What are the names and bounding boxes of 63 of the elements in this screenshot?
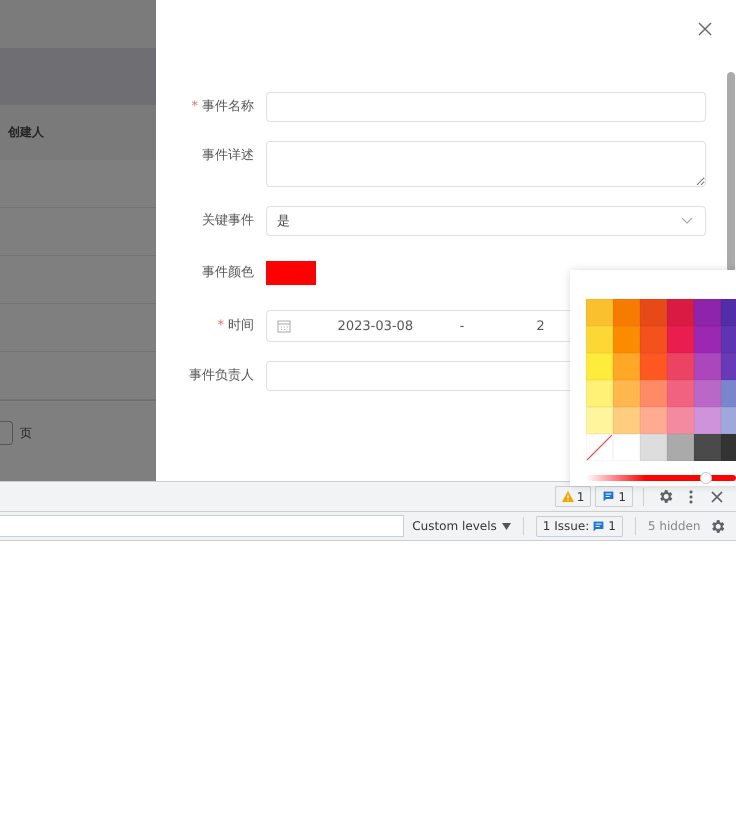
color-swatch[interactable] bbox=[613, 380, 640, 407]
message-icon bbox=[592, 520, 606, 532]
color-swatch[interactable] bbox=[586, 299, 613, 326]
start-date: 2023-03-08 bbox=[338, 318, 414, 334]
color-swatch[interactable] bbox=[613, 299, 640, 326]
color-swatch[interactable] bbox=[640, 407, 667, 434]
color-swatch[interactable] bbox=[586, 353, 613, 380]
color-swatch[interactable] bbox=[586, 380, 613, 407]
color-swatch[interactable] bbox=[667, 353, 694, 380]
color-swatch[interactable] bbox=[667, 407, 694, 434]
field-label: 关键事件 bbox=[201, 212, 254, 230]
warnings-badge[interactable]: 1 bbox=[554, 486, 592, 507]
field-label: 事件颜色 bbox=[201, 264, 254, 282]
color-swatch[interactable] bbox=[667, 434, 694, 461]
hidden-count: 5 hidden bbox=[648, 519, 701, 533]
field-label: 事件负责人 bbox=[188, 367, 254, 385]
calendar-icon bbox=[277, 319, 291, 333]
color-swatch[interactable] bbox=[694, 353, 721, 380]
color-swatch[interactable] bbox=[667, 380, 694, 407]
caret-icon bbox=[502, 522, 511, 530]
date-separator: - bbox=[460, 318, 464, 334]
color-swatch[interactable] bbox=[613, 326, 640, 353]
color-swatch[interactable] bbox=[640, 299, 667, 326]
message-icon bbox=[602, 490, 616, 503]
color-swatch[interactable] bbox=[640, 353, 667, 380]
end-date: 2 bbox=[536, 318, 545, 334]
levels-dropdown[interactable]: Custom levels bbox=[410, 519, 511, 533]
color-swatch[interactable] bbox=[613, 407, 640, 434]
no-color-swatch[interactable] bbox=[586, 434, 613, 461]
chevron-down-icon bbox=[681, 217, 693, 225]
scrollbar-thumb[interactable] bbox=[727, 72, 735, 272]
filter-field[interactable] bbox=[0, 515, 404, 537]
warning-icon bbox=[562, 491, 574, 502]
page-input[interactable] bbox=[0, 421, 13, 445]
select-field[interactable]: 是 bbox=[266, 206, 706, 236]
color-swatch[interactable] bbox=[640, 326, 667, 353]
color-swatch[interactable] bbox=[694, 407, 721, 434]
hue-slider[interactable] bbox=[586, 475, 736, 481]
issues-button[interactable]: 1 Issue: 1 bbox=[536, 516, 623, 536]
field-label: * 事件名称 bbox=[190, 98, 254, 116]
textarea-field[interactable] bbox=[266, 141, 706, 187]
page-unit: 页 bbox=[20, 424, 32, 442]
messages-badge[interactable]: 1 bbox=[595, 486, 633, 507]
color-swatch[interactable] bbox=[586, 407, 613, 434]
column-header: 创建人 bbox=[8, 124, 44, 141]
color-swatch[interactable] bbox=[667, 326, 694, 353]
field-label: 事件详述 bbox=[201, 147, 254, 165]
text-field[interactable] bbox=[266, 92, 706, 122]
color-swatch[interactable] bbox=[613, 353, 640, 380]
select-value: 是 bbox=[277, 213, 290, 230]
color-swatch[interactable] bbox=[640, 380, 667, 407]
slider-thumb[interactable] bbox=[700, 472, 712, 484]
color-swatch[interactable] bbox=[694, 299, 721, 326]
color-swatch[interactable] bbox=[694, 326, 721, 353]
color-swatch[interactable] bbox=[266, 261, 316, 285]
close-icon[interactable] bbox=[696, 20, 714, 38]
color-swatch[interactable] bbox=[694, 380, 721, 407]
color-swatch[interactable] bbox=[667, 299, 694, 326]
field-label: * 时间 bbox=[216, 317, 254, 335]
color-swatch[interactable] bbox=[640, 434, 667, 461]
color-swatch[interactable] bbox=[586, 326, 613, 353]
color-swatch[interactable] bbox=[613, 434, 640, 461]
color-swatch[interactable] bbox=[694, 434, 721, 461]
